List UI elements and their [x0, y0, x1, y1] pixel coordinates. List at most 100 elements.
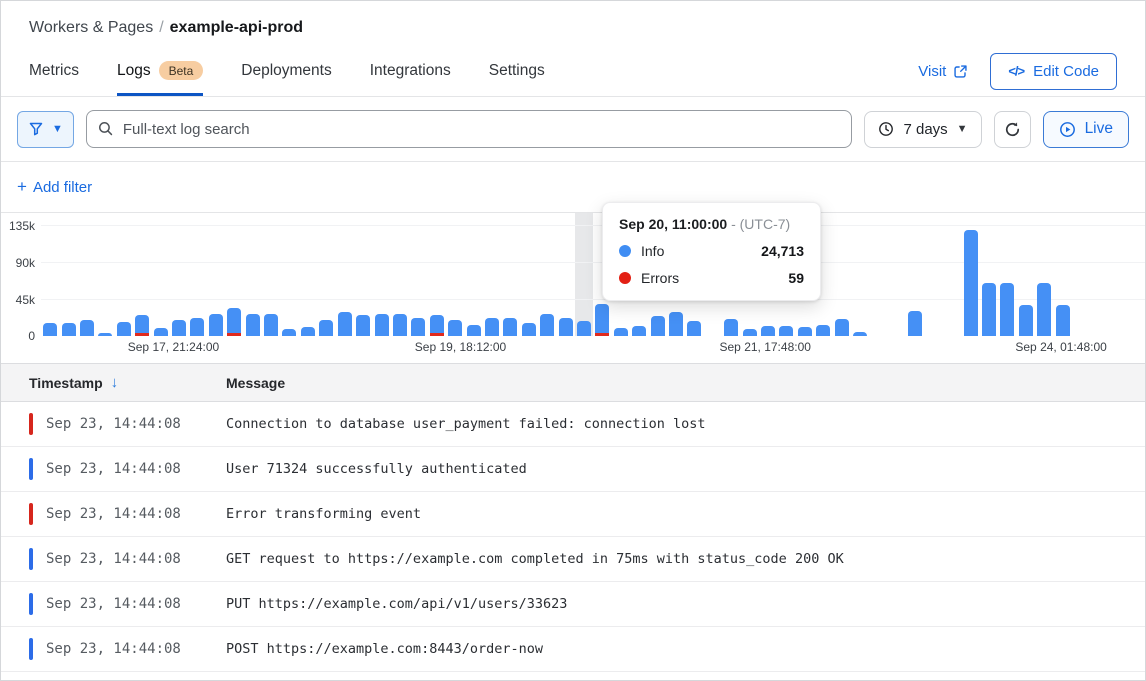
chart-bar[interactable] — [411, 318, 425, 337]
chart-bar[interactable] — [43, 323, 57, 336]
chart-bar-slot — [391, 226, 409, 336]
chart-bar-slot — [280, 226, 298, 336]
chart-bar[interactable] — [135, 315, 149, 336]
chart-bar[interactable] — [246, 314, 260, 337]
tab-metrics[interactable]: Metrics — [29, 61, 79, 96]
chart-bar-slot — [1035, 226, 1053, 336]
chart-bar[interactable] — [467, 325, 481, 336]
chart-bar[interactable] — [485, 318, 499, 337]
chart-bar[interactable] — [338, 312, 352, 336]
add-filter-button[interactable]: + Add filter — [17, 177, 92, 197]
chart-bar[interactable] — [301, 327, 315, 337]
chart-bar[interactable] — [577, 321, 591, 336]
chart-bar[interactable] — [190, 318, 204, 336]
chart-bar[interactable] — [559, 318, 573, 337]
chart-bar[interactable] — [908, 311, 922, 336]
chart-bar[interactable] — [1056, 305, 1070, 337]
chart-plot-area — [41, 226, 1145, 336]
chart-bar[interactable] — [779, 326, 793, 337]
log-timestamp: Sep 23, 14:44:08 — [33, 596, 226, 612]
chart-bar[interactable] — [687, 321, 701, 336]
chart-bar[interactable] — [282, 329, 296, 336]
chart-bar[interactable] — [319, 320, 333, 336]
chart-bar[interactable] — [540, 314, 554, 336]
chart-bar[interactable] — [393, 314, 407, 336]
chart-bar-slot — [556, 226, 574, 336]
chart-bar[interactable] — [964, 230, 978, 336]
chart-bar[interactable] — [62, 323, 76, 336]
visit-link[interactable]: Visit — [918, 63, 968, 80]
log-row[interactable]: Sep 23, 14:44:08POST https://example.com… — [1, 627, 1145, 672]
info-dot-icon — [619, 245, 631, 257]
log-row[interactable]: Sep 23, 14:44:08PUT https://example.com/… — [1, 582, 1145, 627]
tab-deployments[interactable]: Deployments — [241, 61, 331, 96]
chart-bar[interactable] — [117, 322, 131, 337]
chart-bar[interactable] — [172, 320, 186, 336]
chart-bar-slot — [998, 226, 1016, 336]
log-message: Connection to database user_payment fail… — [226, 416, 706, 432]
chart-bar[interactable] — [1019, 305, 1033, 336]
chart-bar[interactable] — [743, 329, 757, 336]
chart-bar[interactable] — [356, 315, 370, 336]
chart-bar[interactable] — [80, 320, 94, 336]
chart-bar[interactable] — [430, 315, 444, 336]
filter-button[interactable]: ▼ — [17, 111, 74, 148]
chart-bar[interactable] — [651, 316, 665, 336]
sort-desc-icon[interactable]: ↓ — [111, 374, 119, 391]
chart-bar-slot — [317, 226, 335, 336]
y-axis-label: 135k — [1, 219, 35, 233]
chart-bar-slot — [96, 226, 114, 336]
search-icon — [97, 120, 114, 142]
log-row[interactable]: Sep 23, 14:44:08Connection to database u… — [1, 402, 1145, 447]
log-row[interactable]: Sep 23, 14:44:08User 71324 successfully … — [1, 447, 1145, 492]
chart-bar-slot — [409, 226, 427, 336]
chart-bar[interactable] — [503, 318, 517, 337]
log-row[interactable]: Sep 23, 14:44:08Error transforming event — [1, 492, 1145, 537]
edit-code-button[interactable]: </> Edit Code — [990, 53, 1117, 90]
chart-bar[interactable] — [853, 332, 867, 336]
gridline — [41, 299, 1145, 300]
log-row[interactable]: Sep 23, 14:44:08GET request to https://e… — [1, 537, 1145, 582]
tab-logs[interactable]: Logs Beta — [117, 61, 203, 96]
chart-bar[interactable] — [1000, 283, 1014, 336]
chart-bar[interactable] — [595, 304, 609, 337]
chart-bar[interactable] — [761, 326, 775, 337]
chart-bar[interactable] — [154, 328, 168, 336]
refresh-button[interactable] — [994, 111, 1031, 148]
chart-tooltip: Sep 20, 11:00:00 - (UTC-7) Info 24,713 E… — [602, 202, 821, 301]
chart-bar-slot — [869, 226, 887, 336]
chart-bar[interactable] — [227, 308, 241, 337]
column-header-timestamp[interactable]: Timestamp ↓ — [1, 374, 226, 391]
chart-bar[interactable] — [209, 314, 223, 337]
tab-settings[interactable]: Settings — [489, 61, 545, 96]
live-button[interactable]: Live — [1043, 111, 1129, 148]
chart-bar[interactable] — [982, 283, 996, 336]
chart-bar[interactable] — [264, 314, 278, 336]
chevron-down-icon: ▼ — [957, 123, 968, 135]
log-message: POST https://example.com:8443/order-now — [226, 641, 543, 657]
chart-bar[interactable] — [816, 325, 830, 336]
tab-integrations[interactable]: Integrations — [370, 61, 451, 96]
chart-bar[interactable] — [375, 314, 389, 337]
chart-bar[interactable] — [632, 326, 646, 337]
chart-bar[interactable] — [448, 320, 462, 336]
chart-bar-slot — [225, 226, 243, 336]
chart-bar[interactable] — [614, 328, 628, 336]
breadcrumb-parent[interactable]: Workers & Pages — [29, 19, 153, 36]
header-actions: Visit </> Edit Code — [918, 53, 1117, 90]
chart-bar[interactable] — [1037, 283, 1051, 336]
chart-bar[interactable] — [835, 319, 849, 336]
tooltip-title: Sep 20, 11:00:00 - (UTC-7) — [619, 216, 804, 232]
time-range-button[interactable]: 7 days ▼ — [864, 111, 981, 148]
column-header-message[interactable]: Message — [226, 375, 285, 391]
search-input[interactable] — [86, 110, 853, 148]
chart-bar-slot — [115, 226, 133, 336]
chart-bar[interactable] — [798, 327, 812, 336]
gridline — [41, 262, 1145, 263]
chart-bar[interactable] — [724, 319, 738, 336]
chart-bar[interactable] — [522, 323, 536, 337]
chart-bar[interactable] — [669, 312, 683, 336]
chart-bar-slot — [372, 226, 390, 336]
chart-bar[interactable] — [98, 333, 112, 336]
chart-bar-slot — [299, 226, 317, 336]
